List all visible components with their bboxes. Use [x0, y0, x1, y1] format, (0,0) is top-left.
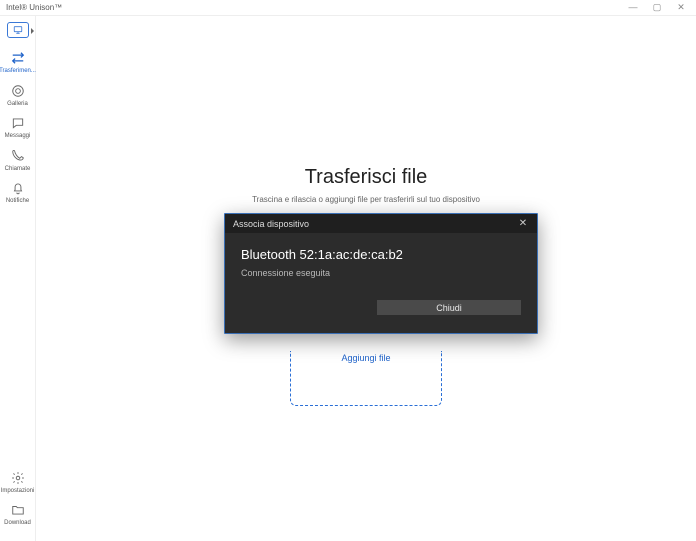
sidebar-item-settings[interactable]: Impostazioni	[1, 470, 35, 495]
window-title: Intel® Unison™	[6, 3, 628, 12]
monitor-icon	[13, 25, 23, 35]
sidebar-item-notifications[interactable]: Notifiche	[1, 180, 35, 205]
messages-icon	[10, 115, 26, 131]
app-body: Trasferimen... Galleria Messaggi Chiamat…	[0, 16, 696, 541]
modal-overlay: Associa dispositivo ✕ Bluetooth 52:1a:ac…	[36, 16, 696, 541]
maximize-icon[interactable]: ▢	[652, 3, 662, 13]
window-controls: — ▢ ✕	[628, 3, 690, 13]
sidebar-item-calls[interactable]: Chiamate	[1, 148, 35, 173]
close-button[interactable]: Chiudi	[377, 300, 521, 315]
main-content: Trasferisci file Trascina e rilascia o a…	[36, 16, 696, 541]
sidebar-item-gallery[interactable]: Galleria	[1, 83, 35, 108]
titlebar: Intel® Unison™ — ▢ ✕	[0, 0, 696, 16]
pair-device-dialog: Associa dispositivo ✕ Bluetooth 52:1a:ac…	[224, 213, 538, 334]
sidebar-item-transfer[interactable]: Trasferimen...	[1, 50, 35, 75]
sidebar-item-label: Galleria	[7, 101, 28, 108]
close-icon[interactable]: ✕	[517, 218, 529, 230]
device-selector[interactable]	[7, 22, 29, 38]
dialog-body: Bluetooth 52:1a:ac:de:ca:b2 Connessione …	[225, 233, 537, 333]
sidebar-item-label: Trasferimen...	[0, 68, 36, 75]
connection-status: Connessione eseguita	[241, 268, 521, 278]
close-window-icon[interactable]: ✕	[676, 3, 686, 13]
transfer-icon	[10, 50, 26, 66]
dialog-title: Associa dispositivo	[233, 219, 517, 229]
bell-icon	[10, 180, 26, 196]
phone-icon	[10, 148, 26, 164]
minimize-icon[interactable]: —	[628, 3, 638, 13]
sidebar-item-label: Download	[4, 520, 31, 527]
sidebar-item-label: Chiamate	[5, 166, 31, 173]
gear-icon	[10, 470, 26, 486]
sidebar-item-label: Messaggi	[5, 133, 31, 140]
dialog-titlebar: Associa dispositivo ✕	[225, 214, 537, 233]
dialog-buttons: Chiudi	[241, 300, 521, 315]
download-folder-icon	[10, 502, 26, 518]
sidebar-item-label: Impostazioni	[1, 488, 35, 495]
app-window: Intel® Unison™ — ▢ ✕ Trasferimen... Gall	[0, 0, 696, 541]
gallery-icon	[10, 83, 26, 99]
sidebar-item-download[interactable]: Download	[1, 502, 35, 527]
sidebar-item-label: Notifiche	[6, 198, 29, 205]
bluetooth-device-name: Bluetooth 52:1a:ac:de:ca:b2	[241, 247, 521, 262]
sidebar: Trasferimen... Galleria Messaggi Chiamat…	[0, 16, 36, 541]
sidebar-item-messages[interactable]: Messaggi	[1, 115, 35, 140]
